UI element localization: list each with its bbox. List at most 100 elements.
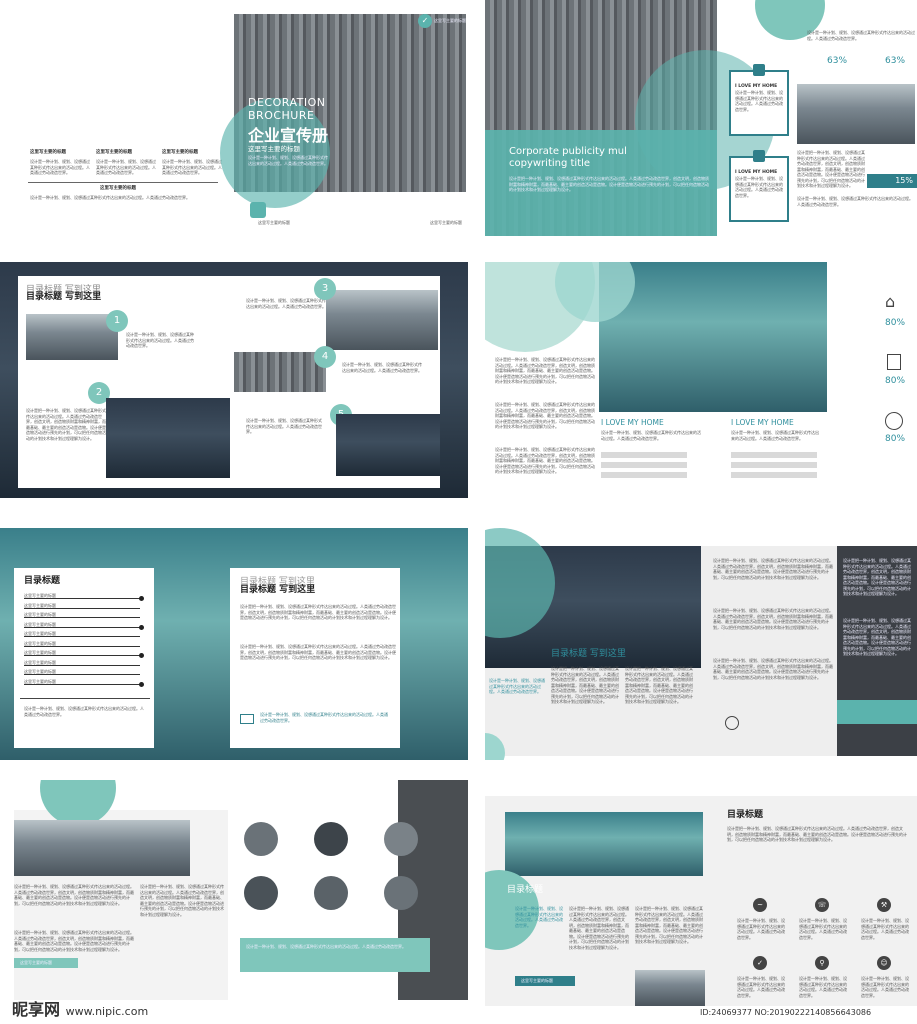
- left-text-2: 设计是把一种计划、规划、设想通过某种形式传达出来的活动过程。人类通过劳动改造世界…: [14, 930, 134, 952]
- spread-toc-numbered: 目录标题 写到这里 目录标题 写到这里 1 设计是一种计划、规划、设想通过某种形…: [0, 262, 468, 498]
- feature-text: 设计是一种计划、规划、设想通过某种形式传达出来的活动过程。人类通过劳动改造世界。: [30, 159, 90, 175]
- round-photo-6: [384, 876, 418, 910]
- feature-text: 设计是一种计划、规划、设想通过某种形式传达出来的活动过程。人类通过劳动改造世界。: [96, 159, 156, 175]
- round-photo-5: [314, 876, 348, 910]
- home-text-2: 设计是一种计划、规划、设想通过某种形式传达出来的活动过程。人类通过劳动改造世界。: [731, 430, 819, 441]
- city-photo: [14, 820, 190, 876]
- teal-text: 设计是一种计划、规划、设想通过某种形式传达出来的活动过程。人类通过劳动改造世界。: [515, 906, 563, 928]
- feature-label: 这里写主要的标题: [30, 150, 66, 155]
- number-badge-3: 3: [314, 278, 336, 300]
- photo-1: [26, 314, 118, 360]
- photo-4: [234, 352, 326, 392]
- left-text-3: 设计是把一种计划、规划、设想通过某种形式传达出来的活动过程。人类通过劳动改造世界…: [495, 447, 595, 474]
- icon-text-1: 设计是一种计划、规划、设想通过某种形式传达出来的活动过程。人类通过劳动改造世界。: [737, 918, 785, 940]
- toc-item-label: 这里写主要的标题: [24, 659, 56, 665]
- gray-bar: [731, 452, 817, 458]
- feature-label: 这里写主要的标题: [96, 150, 132, 155]
- home-title-2: I LOVE MY HOME: [731, 418, 794, 427]
- small-photo: [635, 970, 705, 1006]
- photo-3: [326, 290, 438, 350]
- teal-text: 设计是一种计划、规划、设想通过某种形式传达出来的活动过程。人类通过劳动改造世界。: [489, 678, 545, 694]
- mid-text: 设计是把一种计划、规划、设想通过某种形式传达出来的活动过程。人类通过劳动改造世界…: [797, 150, 865, 188]
- spread-home: 设计是把一种计划、规划、设想通过某种形式传达出来的活动过程。人类通过劳动改造世界…: [485, 262, 917, 502]
- skyline-photo: [797, 84, 915, 144]
- spread-circles: 设计是把一种计划、规划、设想通过某种形式传达出来的活动过程。人类通过劳动改造世界…: [0, 780, 468, 1000]
- watermark-url: www.nipic.com: [65, 1005, 149, 1018]
- item-text-3: 设计是一种计划、规划、设想通过某种形式传达出来的活动过程。人类通过劳动改造世界。: [246, 298, 326, 309]
- dark-text: 设计是把一种计划、规划、设想通过某种形式传达出来的活动过程。人类通过劳动改造世界…: [843, 558, 911, 596]
- bike-icon: ⚲: [815, 956, 829, 970]
- spread-corporate: Corporate publicity mul copywriting titl…: [485, 0, 917, 236]
- mid-label: 这里写主要的标题: [100, 186, 136, 191]
- toc-dot: [139, 681, 144, 687]
- number-badge-1: 1: [106, 310, 128, 332]
- toc-dot: [139, 624, 144, 630]
- cover-title-en-2: BROCHURE: [248, 109, 315, 122]
- gray-bar: [601, 452, 687, 458]
- cover-title-en-1: DECORATION: [248, 96, 326, 109]
- right-text-3: 设计是把一种计划、规划、设想通过某种形式传达出来的活动过程。人类通过劳动改造世界…: [713, 658, 833, 680]
- spread-toc-list: 目录标题 设计是一种计划、规划、设想通过某种形式传达出来的活动过程。人类通过劳动…: [0, 528, 468, 760]
- toc-item-label: 这里写主要的标题: [24, 669, 56, 674]
- image-icon: [753, 150, 765, 162]
- person-icon: ☺: [877, 956, 891, 970]
- check-caption: 这里写主要的标题: [434, 18, 466, 23]
- document-icon: [887, 354, 901, 370]
- globe-icon: [885, 412, 903, 430]
- check-icon: ✓: [418, 14, 432, 28]
- feature-item: 这里写主要的标题 设计是一种计划、规划、设想通过某种形式传达出来的活动过程。人类…: [162, 150, 222, 176]
- pct-2: 63%: [885, 56, 906, 66]
- item-text-1: 设计是一种计划、规划、设想通过某种形式传达出来的活动过程。人类通过劳动改造世界。: [126, 332, 194, 348]
- feature-item: 这里写主要的标题 设计是一种计划、规划、设想通过某种形式传达出来的活动过程。人类…: [30, 150, 90, 176]
- home-card: I LOVE MY HOME 设计是一种计划、规划、设想通过某种形式传达出来的活…: [729, 70, 789, 136]
- spread-night: 设计是一种计划、规划、设想通过某种形式传达出来的活动过程。人类通过劳动改造世界。…: [485, 528, 917, 760]
- pct-2: 80%: [885, 376, 906, 386]
- toc-dot: [139, 653, 144, 658]
- section-title: 目录标题 写到这里: [26, 292, 102, 302]
- round-photo-3: [384, 822, 418, 856]
- tools-icon: ⚒: [877, 898, 891, 912]
- icon-text-2: 设计是一种计划、规划、设想通过某种形式传达出来的活动过程。人类通过劳动改造世界。: [799, 918, 847, 940]
- mid-text: 设计是把一种计划、规划、设想通过某种形式传达出来的活动过程。人类通过劳动改造世界…: [140, 884, 224, 917]
- divider: [28, 182, 218, 183]
- globe-icon: [725, 716, 739, 730]
- feature-label: 这里写主要的标题: [162, 150, 198, 155]
- heading-line-2: copywriting title: [509, 158, 591, 169]
- home-card-text: 设计是一种计划、规划、设想通过某种形式传达出来的活动过程。人类通过劳动改造世界。: [735, 90, 783, 112]
- home-title-1: I LOVE MY HOME: [601, 418, 664, 427]
- left-text-2: 设计是把一种计划、规划、设想通过某种形式传达出来的活动过程。人类通过劳动改造世界…: [495, 402, 595, 429]
- toc-text: 设计是一种计划、规划、设想通过某种形式传达出来的活动过程。人类通过劳动改造世界。: [24, 706, 144, 717]
- gray-bar: [601, 462, 687, 468]
- feature-item: 这里写主要的标题 设计是一种计划、规划、设想通过某种形式传达出来的活动过程。人类…: [96, 150, 156, 176]
- text-col-2: 设计是把一种计划、规划、设想通过某种形式传达出来的活动过程。人类通过劳动改造世界…: [625, 666, 693, 704]
- footer-right-label: 这里写主要的标题: [430, 220, 462, 225]
- toc-item-label: 这里写主要的标题: [24, 678, 56, 684]
- text-col-1: 设计是把一种计划、规划、设想通过某种形式传达出来的活动过程。人类通过劳动改造世界…: [551, 666, 619, 704]
- house-icon: ⌂: [885, 292, 896, 311]
- teal-block: [837, 700, 917, 724]
- bottom-text: 设计是一种计划、规划、设想通过某种形式传达出来的活动过程。人类通过劳动改造世界。: [797, 196, 913, 207]
- number-badge-4: 4: [314, 346, 336, 368]
- icon-text-4: 设计是一种计划、规划、设想通过某种形式传达出来的活动过程。人类通过劳动改造世界。: [737, 976, 785, 998]
- watermark-id: ID:24069377 NO:20190222140856643086: [700, 1008, 872, 1017]
- toc-item-label: 这里写主要的标题: [24, 612, 56, 617]
- monitor-icon: [240, 714, 254, 724]
- text-col-1: 设计是把一种计划、规划、设想通过某种形式传达出来的活动过程。人类通过劳动改造世界…: [569, 906, 629, 950]
- pct-3: 80%: [885, 434, 906, 444]
- round-photo-1: [244, 822, 278, 856]
- pct-1: 63%: [827, 56, 848, 66]
- right-text: 设计是一种计划、规划、设想通过某种形式传达出来的活动过程。人类通过劳动改造世界。: [807, 30, 915, 41]
- divider: [20, 698, 150, 699]
- content-text: 设计是把一种计划、规划、设想通过某种形式传达出来的活动过程。人类通过劳动改造世界…: [240, 604, 396, 620]
- gray-bar: [601, 472, 687, 478]
- check-icon: ✓: [753, 956, 767, 970]
- section-title: 目录标题: [727, 810, 764, 820]
- right-text: 设计是把一种计划、规划、设想通过某种形式传达出来的活动过程。人类通过劳动改造世界…: [713, 558, 833, 580]
- spread-cover: 这里写主要的标题 设计是一种计划、规划、设想通过某种形式传达出来的活动过程。人类…: [0, 0, 468, 250]
- home-card: I LOVE MY HOME 设计是一种计划、规划、设想通过某种形式传达出来的活…: [729, 156, 789, 222]
- toc-title: 目录标题: [24, 576, 61, 586]
- icon-text-5: 设计是一种计划、规划、设想通过某种形式传达出来的活动过程。人类通过劳动改造世界。: [799, 976, 847, 998]
- phone-icon: ☏: [815, 898, 829, 912]
- photo-2: [106, 398, 230, 478]
- label-button-text: 这里写主要的标题: [521, 978, 553, 983]
